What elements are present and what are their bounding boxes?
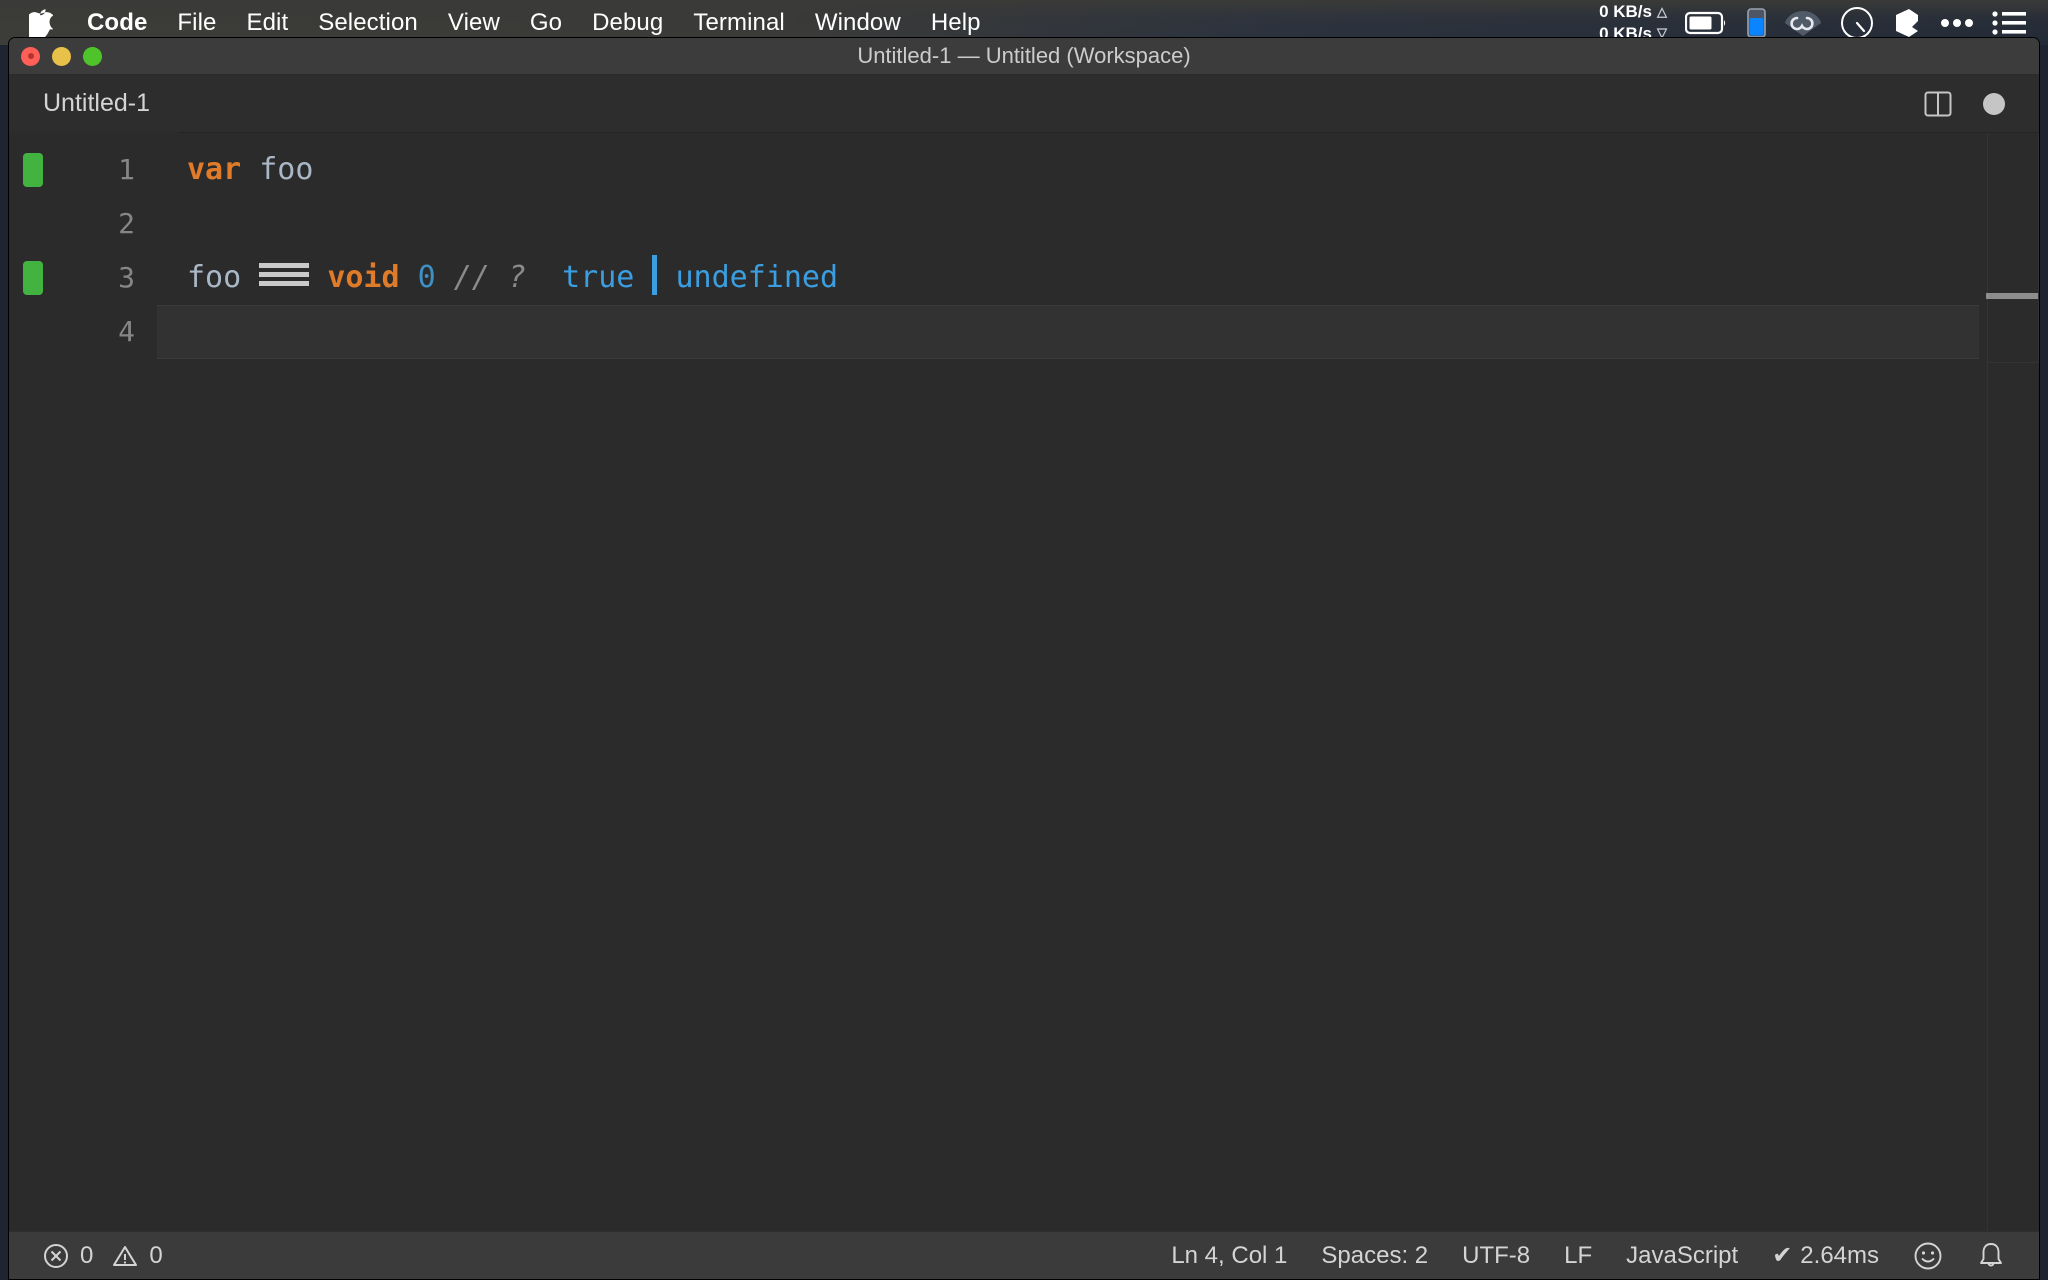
code-token-comment: ? — [508, 260, 526, 295]
bell-icon[interactable] — [1977, 1241, 2005, 1271]
code-token-identifier: foo — [259, 152, 313, 187]
problems-indicator[interactable]: 0 0 — [43, 1242, 163, 1270]
code-token-inlay: undefined — [676, 260, 839, 295]
battery-icon[interactable] — [1685, 11, 1729, 35]
check-icon: ✔ — [1772, 1241, 1792, 1270]
phone-battery-icon[interactable] — [1747, 8, 1766, 38]
code-token-plain — [526, 260, 562, 295]
zoom-button[interactable] — [83, 47, 102, 66]
tab-untitled-1[interactable]: Untitled-1 — [9, 75, 178, 133]
code-token-plain — [309, 260, 327, 295]
eol-setting[interactable]: LF — [1564, 1242, 1592, 1270]
editor-minimap-scrollbar[interactable] — [1987, 133, 2039, 1231]
code-token-plain — [241, 152, 259, 187]
status-bar-left: 0 0 — [9, 1242, 163, 1270]
quokka-status[interactable]: ✔ 2.64ms — [1772, 1241, 1879, 1270]
quokka-runtime: 2.64ms — [1800, 1242, 1879, 1270]
encoding-setting[interactable]: UTF-8 — [1462, 1242, 1530, 1270]
line-number: 4 — [47, 305, 157, 359]
close-button[interactable] — [21, 47, 40, 66]
line-number-gutter: 1 2 3 4 — [47, 133, 157, 1231]
code-line[interactable] — [157, 197, 2039, 251]
code-token-plain — [490, 260, 508, 295]
code-token-plain — [436, 260, 454, 295]
code-line[interactable]: var foo — [157, 143, 2039, 197]
line-number: 2 — [47, 197, 157, 251]
language-mode[interactable]: JavaScript — [1626, 1242, 1738, 1270]
cube-icon[interactable] — [1892, 7, 1922, 39]
gauge-icon[interactable] — [1840, 6, 1874, 40]
tab-label: Untitled-1 — [43, 89, 150, 118]
strict-equality-ligature — [259, 259, 309, 289]
minimap-slider[interactable] — [1987, 133, 2039, 363]
minimap-scroll-marker — [1986, 293, 2038, 299]
code-token-inlay: true — [562, 260, 634, 295]
code-token-keyword: void — [327, 260, 399, 295]
split-editor-icon[interactable] — [1923, 89, 1953, 119]
code-content[interactable]: var foo foo void 0 // ? true undefined — [157, 133, 2039, 1231]
warning-triangle-icon — [112, 1244, 138, 1268]
indentation-setting[interactable]: Spaces: 2 — [1321, 1242, 1428, 1270]
minimize-button[interactable] — [52, 47, 71, 66]
code-token-plain — [657, 260, 675, 295]
git-gutter — [9, 133, 47, 1231]
window-title: Untitled-1 — Untitled (Workspace) — [9, 43, 2039, 69]
code-token-plain — [634, 260, 652, 295]
apple-logo-icon[interactable] — [28, 8, 54, 38]
line-number: 3 — [47, 251, 157, 305]
smiley-icon[interactable] — [1913, 1241, 1943, 1271]
ellipsis-icon[interactable] — [1940, 17, 1974, 29]
vscode-window: Untitled-1 — Untitled (Workspace) Untitl… — [8, 37, 2040, 1280]
traffic-light-buttons — [21, 47, 102, 66]
cloud-sync-icon[interactable] — [1784, 8, 1822, 38]
code-token-comment: // — [454, 260, 490, 295]
git-added-marker — [23, 261, 43, 295]
cursor-position[interactable]: Ln 4, Col 1 — [1171, 1242, 1287, 1270]
screen-root: Code File Edit Selection View Go Debug T… — [0, 0, 2048, 1280]
editor-tab-bar: Untitled-1 — [9, 75, 2039, 133]
status-bar-right: Ln 4, Col 1 Spaces: 2 UTF-8 LF JavaScrip… — [1171, 1241, 2039, 1271]
warning-count: 0 — [149, 1242, 162, 1270]
error-count: 0 — [80, 1242, 93, 1270]
line-number: 1 — [47, 143, 157, 197]
git-added-marker — [23, 153, 43, 187]
network-upload-value: 0 KB/s — [1599, 1, 1652, 22]
code-line[interactable]: foo void 0 // ? true undefined — [157, 251, 2039, 305]
code-token-plain — [400, 260, 418, 295]
code-token-keyword: var — [187, 152, 241, 187]
status-bar: 0 0 Ln 4, Col 1 Spaces: 2 UTF-8 LF — [9, 1231, 2039, 1279]
editor-actions — [1923, 89, 2039, 119]
code-token-identifier: foo — [187, 260, 241, 295]
unsaved-indicator[interactable] — [1983, 93, 2005, 115]
code-token-plain — [241, 260, 259, 295]
code-token-number: 0 — [418, 260, 436, 295]
upload-arrow-icon: △ — [1657, 4, 1667, 20]
window-titlebar: Untitled-1 — Untitled (Workspace) — [9, 38, 2039, 75]
error-circle-icon — [43, 1243, 69, 1269]
code-line[interactable] — [157, 305, 1979, 359]
code-editor[interactable]: 1 2 3 4 var foo foo void 0 // ? true und… — [9, 133, 2039, 1231]
list-menu-icon[interactable] — [1992, 10, 2026, 36]
